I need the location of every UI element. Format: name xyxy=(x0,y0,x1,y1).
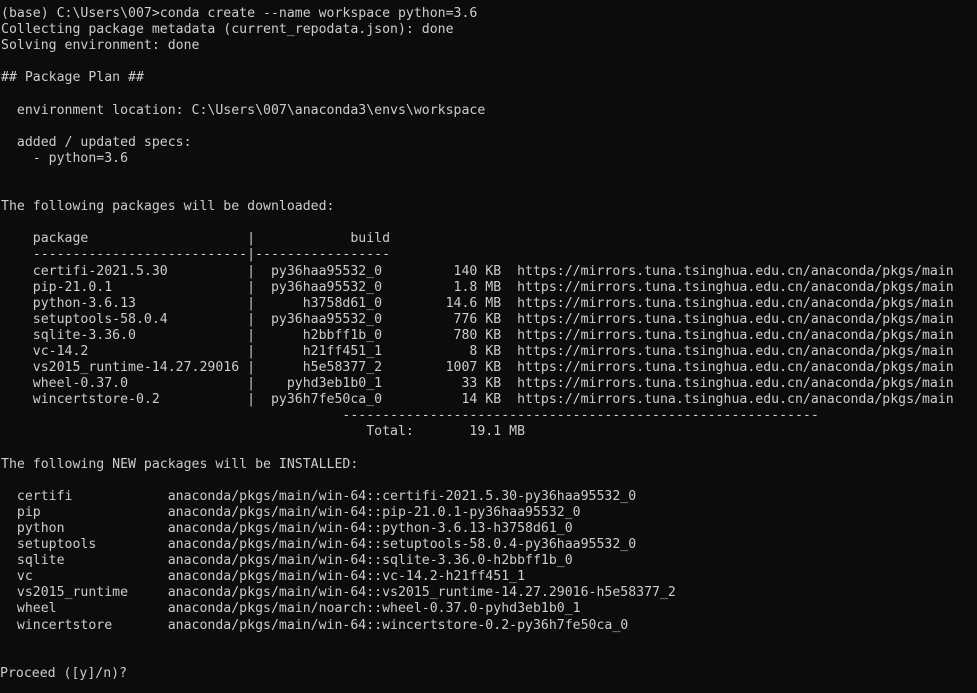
command-prompt-line: (base) C:\Users\007>conda create --name … xyxy=(1,6,478,21)
list-item: setuptools anaconda/pkgs/main/win-64::se… xyxy=(1,537,637,553)
list-item: vs2015_runtime anaconda/pkgs/main/win-64… xyxy=(1,585,676,601)
table-row: sqlite-3.36.0 | h2bbff1b_0 780 KB https:… xyxy=(1,327,954,343)
list-item: wheel anaconda/pkgs/main/noarch::wheel-0… xyxy=(1,601,581,617)
installed-packages-header: The following NEW packages will be INSTA… xyxy=(1,456,359,472)
download-table-separator: ---------------------------|------------… xyxy=(1,247,391,263)
table-row: certifi-2021.5.30 | py36haa95532_0 140 K… xyxy=(1,263,954,279)
table-row: pip-21.0.1 | py36haa95532_0 1.8 MB https… xyxy=(1,279,954,295)
list-item: sqlite anaconda/pkgs/main/win-64::sqlite… xyxy=(1,553,573,569)
table-row: vs2015_runtime-14.27.29016 | h5e58377_2 … xyxy=(1,360,954,376)
list-item: pip anaconda/pkgs/main/win-64::pip-21.0.… xyxy=(1,504,581,520)
list-item: vc anaconda/pkgs/main/win-64::vc-14.2-h2… xyxy=(1,569,526,585)
proceed-prompt[interactable]: Proceed ([y]/n)? xyxy=(0,666,977,682)
terminal-window[interactable]: (base) C:\Users\007>conda create --name … xyxy=(0,0,977,693)
table-row: wheel-0.37.0 | pyhd3eb1b0_1 33 KB https:… xyxy=(1,376,954,392)
list-item: certifi anaconda/pkgs/main/win-64::certi… xyxy=(1,488,637,504)
download-total-separator: ----------------------------------------… xyxy=(1,408,819,424)
download-total-line: Total: 19.1 MB xyxy=(1,424,526,440)
environment-location-line: environment location: C:\Users\007\anaco… xyxy=(1,102,486,118)
table-row: vc-14.2 | h21ff451_1 8 KB https://mirror… xyxy=(1,343,954,359)
list-item: wincertstore anaconda/pkgs/main/win-64::… xyxy=(1,617,629,633)
package-plan-header: ## Package Plan ## xyxy=(1,70,144,86)
table-row: setuptools-58.0.4 | py36haa95532_0 776 K… xyxy=(1,311,954,327)
added-updated-specs-label: added / updated specs: xyxy=(1,134,192,150)
spec-item-python: - python=3.6 xyxy=(1,150,129,166)
solving-environment-line: Solving environment: done xyxy=(1,38,200,54)
list-item: python anaconda/pkgs/main/win-64::python… xyxy=(1,521,573,536)
download-table-header: package | build xyxy=(1,231,391,247)
downloaded-packages-header: The following packages will be downloade… xyxy=(1,199,335,215)
collecting-metadata-line: Collecting package metadata (current_rep… xyxy=(1,22,454,38)
table-row: python-3.6.13 | h3758d61_0 14.6 MB https… xyxy=(1,295,954,311)
table-row: wincertstore-0.2 | py36h7fe50ca_0 14 KB … xyxy=(1,392,954,408)
